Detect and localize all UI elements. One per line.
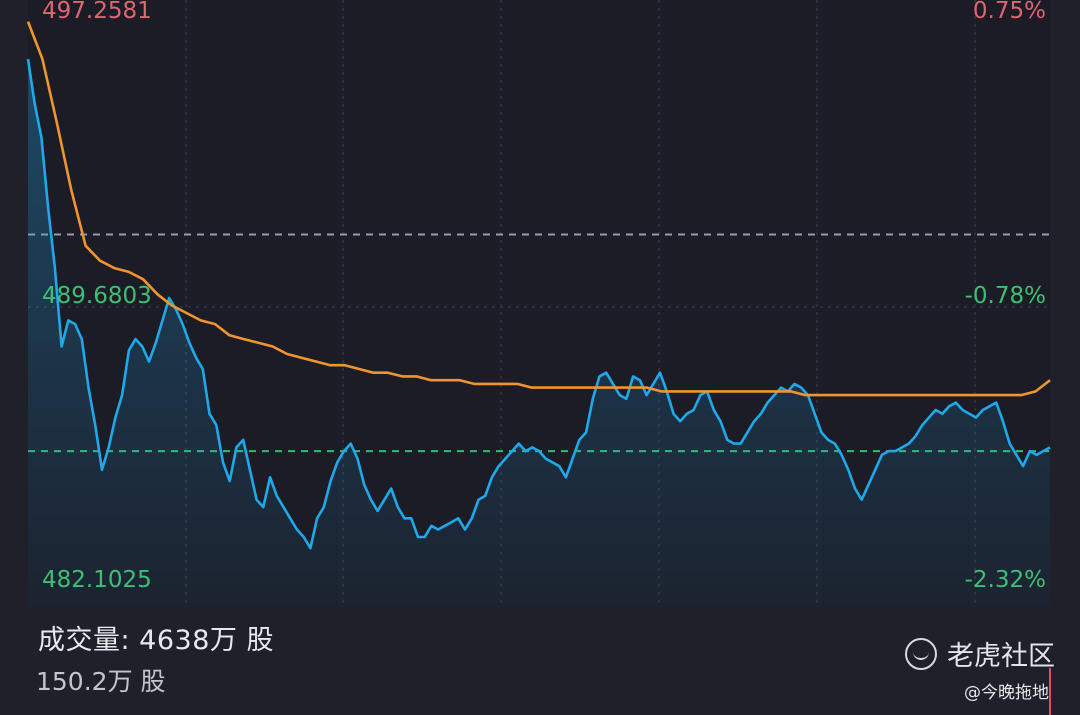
intraday-chart: 497.2581 489.6803 482.1025 0.75% -0.78% -2.32… <box>26 0 1051 608</box>
y-tick-left-2: 482.1025 <box>42 567 152 593</box>
volume-label: 成交量: 4638万 股 <box>38 625 274 656</box>
y-tick-left-0: 497.2581 <box>42 0 152 24</box>
tiger-logo-icon <box>905 637 937 670</box>
brand: 老虎社区 <box>905 634 1055 673</box>
y-tick-right-1: -0.78% <box>965 283 1046 309</box>
volume-sub-label: 150.2万 股 <box>36 667 166 696</box>
y-tick-right-0: 0.75% <box>973 0 1046 24</box>
y-tick-left-1: 489.6803 <box>42 283 152 309</box>
watermark: @今晚拖地 <box>964 683 1049 703</box>
brand-name: 老虎社区 <box>947 641 1055 672</box>
cursor-line <box>1049 668 1051 715</box>
y-tick-right-2: -2.32% <box>965 567 1046 593</box>
